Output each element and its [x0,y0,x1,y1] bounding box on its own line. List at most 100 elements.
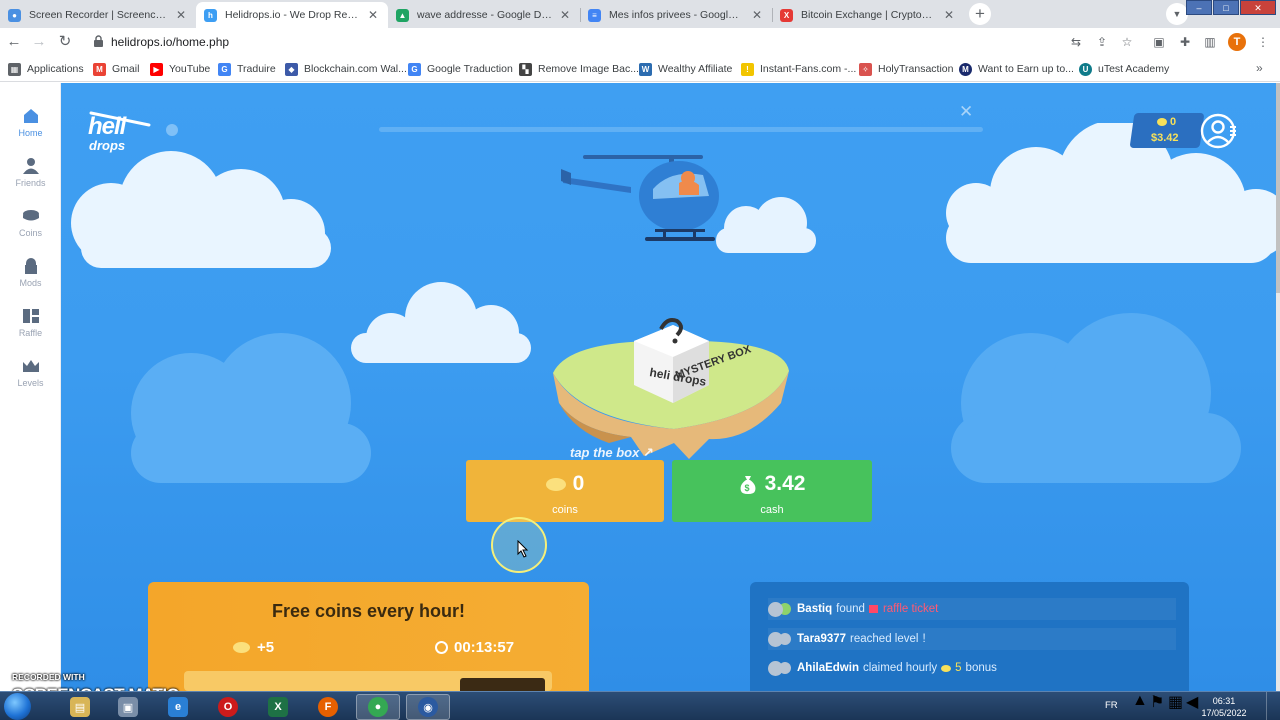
raffle-icon [22,309,39,323]
opera-icon: O [218,697,238,717]
tab-google-docs[interactable]: ≡ Mes infos privees - Google Docs ✕ [580,2,772,28]
coins-value: 0 [572,472,585,495]
activity-item: AhilaEdwin claimed hourly 5 bonus [768,657,1176,679]
sidebar-item-home[interactable]: Home [0,107,61,138]
lock-icon [94,35,103,47]
balance-coins: 0 [1157,116,1176,128]
sidebar-item-coins[interactable]: Coins [0,207,61,238]
bookmark-utest[interactable]: UuTest Academy [1079,61,1169,77]
forward-icon[interactable]: → [29,32,49,52]
holytransaction-icon: ✧ [859,62,872,76]
close-icon[interactable]: ✕ [558,8,572,22]
bookmark-traduire[interactable]: G Traduire [218,61,276,77]
bookmark-wealthy-affiliate[interactable]: W Wealthy Affiliate [639,61,732,77]
taskbar-clock[interactable]: 06:31 17/05/2022 [1199,695,1249,719]
bookmark-gmail[interactable]: M Gmail [93,61,139,77]
tab-screencast[interactable]: ● Screen Recorder | Screencast-O-Matic ✕ [0,2,196,28]
taskbar-opera[interactable]: O [206,694,250,720]
tray-expand-icon[interactable]: ▲ [1132,692,1148,710]
coins-label: coins [552,504,578,516]
network-icon[interactable]: ▦ [1168,692,1183,712]
windows-taskbar: ▤ ▣ e O X F ● ◉ FR ▲ ⚑ ▦ ◀ 06:31 17/05/2… [0,691,1280,720]
cloud-faded-right [951,313,1241,483]
taskbar-app[interactable]: ▣ [106,694,150,720]
stopwatch-icon [435,641,448,654]
taskbar-screencast[interactable]: ◉ [406,694,450,720]
user-menu-icon[interactable] [1199,112,1237,150]
close-icon[interactable]: ✕ [174,8,188,22]
sidebar-item-friends[interactable]: Friends [0,157,61,188]
language-indicator[interactable]: FR [1105,700,1118,711]
taskbar-excel[interactable]: X [256,694,300,720]
new-tab-button[interactable]: + [969,3,991,25]
tab-google-drive[interactable]: ▲ wave addresse - Google Disque ✕ [388,2,580,28]
bookmark-applications[interactable]: ▦ Applications [8,61,84,77]
profile-avatar[interactable]: T [1228,33,1246,51]
close-icon[interactable]: ✕ [959,103,973,120]
mp-icon: M [959,62,972,76]
back-icon[interactable]: ← [4,32,24,52]
youtube-icon: ▶ [150,62,163,76]
game-area: heli drops ✕ 0 $3.42 heli drops MYSTERY … [61,83,1276,691]
cash-value: 3.42 [764,472,806,495]
tab-bitcoin-exchange[interactable]: X Bitcoin Exchange | Cryptocurrency ✕ [772,2,964,28]
tap-the-box-hint: tap the box ↗ [570,445,654,460]
taskbar-chrome[interactable]: ● [356,694,400,720]
reload-icon[interactable]: ↻ [55,32,75,52]
bookmark-blockchain[interactable]: ◆ Blockchain.com Wal... [285,61,407,77]
translate-icon: G [408,62,421,76]
close-icon[interactable]: ✕ [750,8,764,22]
coin-icon [941,664,952,672]
volume-icon[interactable]: ◀ [1186,692,1198,712]
bookmarks-overflow-icon[interactable]: » [1256,61,1263,75]
taskbar-ie[interactable]: e [156,694,200,720]
app-sidebar: Home Friends Coins Mods Raffle Levels [0,83,61,691]
coins-card[interactable]: 0 coins [466,460,664,522]
helidrops-logo[interactable]: heli drops [85,107,155,157]
bookmark-holytransaction[interactable]: ✧ HolyTransaction [859,61,953,77]
side-panel-icon[interactable]: ▥ [1202,34,1218,50]
balance-cash: $3.42 [1151,132,1179,144]
taskbar-explorer[interactable]: ▤ [58,694,102,720]
mystery-box-island[interactable]: heli drops MYSTERY BOX [549,311,799,461]
cloud-faded-left [131,333,371,483]
translate-icon: G [218,62,231,76]
sidebar-item-levels[interactable]: Levels [0,357,61,388]
bookmark-instant-fans[interactable]: ! Instant-Fans.com -... [741,61,856,77]
translate-page-icon[interactable]: ⇆ [1068,34,1084,50]
tab-search-button[interactable]: ▼ [1166,3,1188,25]
hourly-title: Free coins every hour! [271,601,466,621]
extension-s-icon[interactable]: ▣ [1151,34,1167,50]
sidebar-item-raffle[interactable]: Raffle [0,307,61,338]
bookmark-star-icon[interactable]: ☆ [1119,34,1135,50]
start-button[interactable] [4,693,31,720]
flag-icon[interactable]: ⚑ [1150,692,1164,712]
taskbar-firefox[interactable]: F [306,694,350,720]
cash-card[interactable]: $ 3.42 cash [672,460,872,522]
scrollbar-thumb[interactable] [1276,83,1280,293]
share-icon[interactable]: ⇪ [1094,34,1110,50]
tab-helidrops[interactable]: h Helidrops.io - We Drop Rewards! ✕ [196,2,388,28]
firefox-icon: F [318,697,338,717]
minimize-button[interactable]: – [1186,0,1212,15]
close-icon[interactable]: ✕ [942,8,956,22]
utest-icon: U [1079,62,1092,76]
bookmark-youtube[interactable]: ▶ YouTube [150,61,210,77]
close-icon[interactable]: ✕ [366,8,380,22]
page-scrollbar[interactable] [1276,83,1280,691]
address-bar[interactable]: helidrops.io/home.php [84,30,1144,54]
bookmark-remove-bg[interactable]: ▚ Remove Image Bac... [519,61,639,77]
bookmark-earn[interactable]: M Want to Earn up to... [959,61,1074,77]
sidebar-item-mods[interactable]: Mods [0,257,61,288]
more-menu-icon[interactable]: ⋮ [1255,34,1271,50]
mods-icon [24,258,37,274]
maximize-button[interactable]: □ [1213,0,1239,15]
bookmark-google-traduction[interactable]: G Google Traduction [408,61,513,77]
folder-icon: ▤ [70,697,90,717]
window-close-button[interactable]: ✕ [1240,0,1276,15]
blockchain-icon: ◆ [285,62,298,76]
extensions-puzzle-icon[interactable]: ✚ [1177,34,1193,50]
coins-icon [22,210,39,221]
helicopter-icon [561,155,719,241]
show-desktop-button[interactable] [1266,692,1280,720]
